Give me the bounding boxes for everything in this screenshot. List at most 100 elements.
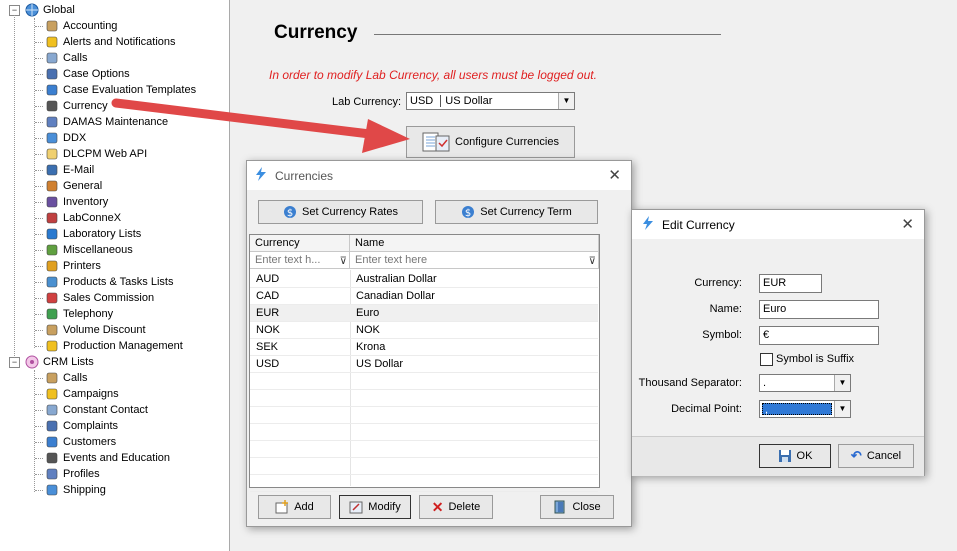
close-button[interactable]: Close xyxy=(540,495,614,519)
tree-item-label: Customers xyxy=(63,436,117,448)
events-icon xyxy=(44,451,59,465)
customers-icon xyxy=(44,435,59,449)
empty-row xyxy=(250,441,598,458)
filter-currency-input[interactable]: Enter text h... ⊽ xyxy=(250,252,350,269)
ok-button[interactable]: OK xyxy=(759,444,831,468)
bell-icon xyxy=(44,35,59,49)
damas-icon xyxy=(44,115,59,129)
tree-item-label: Shipping xyxy=(63,484,106,496)
close-icon[interactable]: ✕ xyxy=(901,215,914,233)
callout-arrow xyxy=(111,98,410,153)
tree-item-ddx[interactable]: DDX xyxy=(44,130,86,146)
table-row[interactable]: USD US Dollar xyxy=(250,356,598,373)
edit-currency-titlebar[interactable]: Edit Currency ✕ xyxy=(632,210,924,239)
add-button[interactable]: Add xyxy=(258,495,331,519)
cell-currency-name: US Dollar xyxy=(356,358,404,370)
modify-button[interactable]: Modify xyxy=(339,495,411,519)
tree-item-label: Campaigns xyxy=(63,388,119,400)
table-row[interactable]: EUR Euro xyxy=(250,305,598,322)
tree-item-label: Accounting xyxy=(63,20,118,32)
tree-item-products-tasks-lists[interactable]: Products & Tasks Lists xyxy=(44,274,173,290)
tree-item-sales-commission[interactable]: Sales Commission xyxy=(44,290,154,306)
chevron-down-icon[interactable]: ▼ xyxy=(558,93,574,109)
tree-item-laboratory-lists[interactable]: Laboratory Lists xyxy=(44,226,141,242)
tree-item-profiles[interactable]: Profiles xyxy=(44,466,100,482)
currency-icon xyxy=(44,99,59,113)
tree-item-events-and-education[interactable]: Events and Education xyxy=(44,450,170,466)
symbol-suffix-checkbox[interactable] xyxy=(760,353,773,366)
column-header-currency[interactable]: Currency xyxy=(250,235,350,252)
set-rates-label: Set Currency Rates xyxy=(302,206,398,218)
cancel-button[interactable]: ↶ Cancel xyxy=(838,444,914,468)
currency-code-input[interactable]: EUR xyxy=(759,274,822,293)
configure-currencies-button[interactable]: Configure Currencies xyxy=(406,126,575,158)
currencies-titlebar[interactable]: Currencies ✕ xyxy=(247,161,631,190)
tree-item-constant-contact[interactable]: Constant Contact xyxy=(44,402,148,418)
table-row[interactable]: SEK Krona xyxy=(250,339,598,356)
tree-item-calls[interactable]: Calls xyxy=(44,50,87,66)
tree-item-label: Inventory xyxy=(63,196,109,208)
collapse-crm-icon[interactable]: − xyxy=(9,357,20,368)
table-row[interactable]: CAD Canadian Dollar xyxy=(250,288,598,305)
tree-node-crm-lists[interactable]: CRM Lists xyxy=(24,354,94,370)
phone-icon xyxy=(44,51,59,65)
phone-icon xyxy=(44,371,59,385)
tree-item-printers[interactable]: Printers xyxy=(44,258,101,274)
settings-tree[interactable]: − Global Accounting Alerts and Notificati… xyxy=(0,0,230,551)
ok-label: OK xyxy=(796,450,813,462)
tree-item-label: Products & Tasks Lists xyxy=(63,276,174,288)
thousand-separator-select[interactable]: . ▼ xyxy=(759,374,851,392)
filter-icon[interactable]: ⊽ xyxy=(589,253,596,270)
tree-item-label: Printers xyxy=(63,260,101,272)
configure-icon xyxy=(422,131,450,153)
set-currency-term-button[interactable]: $ Set Currency Term xyxy=(435,200,598,224)
cell-currency-code: AUD xyxy=(256,273,280,285)
tree-item-shipping[interactable]: Shipping xyxy=(44,482,106,498)
tree-item-campaigns[interactable]: Campaigns xyxy=(44,386,119,402)
tree-item-calls[interactable]: Calls xyxy=(44,370,87,386)
tree-item-telephony[interactable]: Telephony xyxy=(44,306,113,322)
delete-button[interactable]: ✕ Delete xyxy=(419,495,493,519)
telephony-icon xyxy=(44,307,59,321)
table-row[interactable]: AUD Australian Dollar xyxy=(250,271,598,288)
tree-item-case-options[interactable]: Case Options xyxy=(44,66,130,82)
symbol-input[interactable]: € xyxy=(759,326,879,345)
set-currency-rates-button[interactable]: $ Set Currency Rates xyxy=(258,200,423,224)
tree-item-currency[interactable]: Currency xyxy=(44,98,108,114)
column-header-name[interactable]: Name xyxy=(350,235,599,252)
accounting-icon xyxy=(44,19,59,33)
tree-node-global[interactable]: Global xyxy=(24,2,75,18)
tree-item-miscellaneous[interactable]: Miscellaneous xyxy=(44,242,133,258)
tree-item-production-management[interactable]: Production Management xyxy=(44,338,183,354)
set-term-label: Set Currency Term xyxy=(480,206,572,218)
envelope-icon xyxy=(44,403,59,417)
star-icon xyxy=(44,83,59,97)
tree-item-label: Miscellaneous xyxy=(63,244,133,256)
products-icon xyxy=(44,275,59,289)
table-row[interactable]: NOK NOK xyxy=(250,322,598,339)
tree-item-general[interactable]: General xyxy=(44,178,102,194)
chevron-down-icon[interactable]: ▼ xyxy=(834,375,850,391)
page-title: Currency xyxy=(274,22,358,43)
svg-text:$: $ xyxy=(287,208,293,219)
tree-item-alerts-and-notifications[interactable]: Alerts and Notifications xyxy=(44,34,176,50)
commission-icon xyxy=(44,291,59,305)
save-icon xyxy=(778,449,792,463)
currencies-grid[interactable]: Currency Name Enter text h... ⊽ Enter te… xyxy=(249,234,600,492)
filter-icon[interactable]: ⊽ xyxy=(340,253,347,270)
cell-currency-code: USD xyxy=(256,358,280,370)
lab-currency-select[interactable]: USD US Dollar ▼ xyxy=(406,92,575,110)
tree-item-volume-discount[interactable]: Volume Discount xyxy=(44,322,146,338)
tree-item-inventory[interactable]: Inventory xyxy=(44,194,108,210)
tree-item-customers[interactable]: Customers xyxy=(44,434,116,450)
chevron-down-icon[interactable]: ▼ xyxy=(834,401,850,417)
filter-name-input[interactable]: Enter text here ⊽ xyxy=(350,252,599,269)
tree-item-complaints[interactable]: Complaints xyxy=(44,418,118,434)
tree-item-accounting[interactable]: Accounting xyxy=(44,18,117,34)
currency-name-input[interactable]: Euro xyxy=(759,300,879,319)
tree-item-labconnex[interactable]: LabConneX xyxy=(44,210,121,226)
configure-label: Configure Currencies xyxy=(455,136,559,148)
tree-item-e-mail[interactable]: E-Mail xyxy=(44,162,94,178)
close-icon[interactable]: ✕ xyxy=(608,166,621,184)
decimal-point-select[interactable]: , ▼ xyxy=(759,400,851,418)
